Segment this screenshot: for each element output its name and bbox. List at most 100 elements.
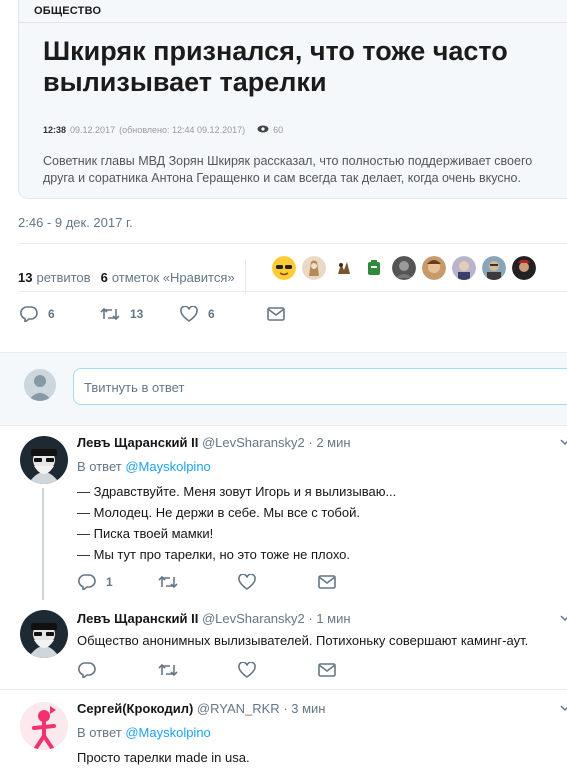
retweet-count: 13	[130, 307, 144, 321]
tweet-stats: 13 ретвитов 6 отметок «Нравится»	[18, 260, 256, 294]
avatar-liker-8[interactable]	[482, 256, 506, 280]
reply-button[interactable]: 6	[20, 306, 100, 322]
reply-actions: 1	[78, 574, 336, 590]
tweet-text: Общество анонимных вылизывателей. Потихо…	[77, 633, 529, 648]
chevron-down-icon[interactable]	[560, 439, 567, 446]
reply-input-placeholder: Твитнуть в ответ	[84, 380, 185, 395]
avatar[interactable]	[20, 610, 68, 658]
like-icon	[238, 574, 256, 590]
likes-stat[interactable]: 6 отметок «Нравится»	[101, 270, 235, 285]
reply-time[interactable]: · 1 мин	[308, 611, 350, 626]
retweets-count: 13	[18, 269, 33, 285]
tweet-text: — Здравствуйте. Меня зовут Игорь и я выл…	[77, 481, 396, 565]
dm-icon	[318, 575, 336, 589]
avatar-liker-7[interactable]	[452, 256, 476, 280]
avatar-liker-2[interactable]	[302, 256, 326, 280]
in-reply-prefix: В ответ	[77, 725, 122, 740]
avatar-liker-3[interactable]	[332, 256, 356, 280]
retweet-icon	[158, 575, 178, 589]
divider	[18, 291, 567, 292]
reply-header: Левъ Щаранский II @LevSharansky2 · 2 мин	[77, 435, 351, 450]
reply-count: 6	[48, 307, 55, 321]
headline-line-1: Шкиряк признался, что тоже часто	[43, 36, 508, 66]
dm-icon	[267, 307, 285, 321]
text-line: — Здравствуйте. Меня зовут Игорь и я выл…	[77, 484, 397, 499]
avatar-liker-4[interactable]	[362, 256, 386, 280]
avatar-liker-5[interactable]	[392, 256, 416, 280]
retweet-button[interactable]	[158, 575, 238, 589]
retweets-label: ретвитов	[36, 269, 91, 285]
author-handle[interactable]: @LevSharansky2	[202, 435, 305, 450]
text-line: — Мы тут про тарелки, но это тоже не пло…	[77, 547, 351, 562]
tweet-timestamp[interactable]: 2:46 - 9 дек. 2017 г.	[18, 215, 133, 230]
author-handle[interactable]: @LevSharansky2	[202, 611, 305, 626]
text-line: — Писка твоей мамки!	[77, 526, 214, 541]
avatar[interactable]	[20, 702, 68, 750]
article-date: 09.12.2017	[70, 125, 116, 135]
author-name[interactable]: Левъ Щаранский II	[77, 435, 198, 450]
reply-count: 1	[106, 575, 113, 589]
divider	[18, 243, 567, 244]
like-count: 6	[208, 307, 215, 321]
reply-input[interactable]: Твитнуть в ответ	[73, 368, 567, 405]
article-section: ОБЩЕСТВО	[34, 5, 102, 17]
reply-time[interactable]: · 3 мин	[283, 701, 325, 716]
mention-link[interactable]: @Mayskolpino	[125, 459, 210, 474]
reply-icon	[78, 574, 96, 590]
avatar-sunglasses-emoji[interactable]	[272, 256, 296, 280]
like-icon	[180, 306, 198, 322]
dm-button[interactable]	[267, 307, 285, 321]
avatar[interactable]	[20, 436, 68, 484]
like-button[interactable]	[238, 662, 318, 678]
chevron-down-icon[interactable]	[560, 705, 567, 712]
lead-line-2: друга и соратника Антона Геращенко и сам…	[43, 171, 521, 185]
headline-line-2: вылизывает тарелки	[43, 67, 327, 97]
likes-label: отметок «Нравится»	[111, 269, 235, 285]
article-updated: (обновлено: 12:44 09.12.2017)	[119, 125, 246, 135]
article-time: 12:38	[43, 125, 67, 135]
author-name[interactable]: Левъ Щаранский II	[77, 611, 198, 626]
like-button[interactable]	[238, 574, 318, 590]
retweets-stat[interactable]: 13 ретвитов	[18, 270, 91, 285]
lead-line-1: Советник главы МВД Зорян Шкиряк рассказа…	[43, 154, 533, 168]
reply-time[interactable]: · 2 мин	[308, 435, 350, 450]
dm-button[interactable]	[318, 575, 336, 589]
avatar-liker-9[interactable]	[512, 256, 536, 280]
article-lead: Советник главы МВД Зорян Шкиряк рассказа…	[43, 153, 553, 187]
article-card[interactable]: ОБЩЕСТВО Шкиряк признался, что тоже част…	[18, 0, 567, 199]
likes-count: 6	[100, 269, 108, 285]
reply-button[interactable]	[78, 662, 158, 678]
thread-line	[42, 488, 44, 600]
tweet-actions: 6 13 6	[20, 306, 285, 322]
reply-tweet[interactable]: Левъ Щаранский II @LevSharansky2 · 2 мин…	[0, 424, 567, 604]
current-user-avatar[interactable]	[24, 369, 56, 401]
text-line: — Молодец. Не держи в себе. Мы все с тоб…	[77, 505, 360, 520]
article-headline[interactable]: Шкиряк признался, что тоже часто вылизыв…	[43, 36, 563, 98]
reply-button[interactable]: 1	[78, 574, 158, 590]
article-views: 60	[273, 125, 284, 135]
tweet-text: Просто тарелки made in usa.	[77, 750, 250, 765]
article-meta: 12:38 09.12.2017 (обновлено: 12:44 09.12…	[43, 125, 283, 135]
eye-icon	[257, 125, 269, 135]
retweet-button[interactable]: 13	[100, 307, 180, 321]
in-reply-to: В ответ @Mayskolpino	[77, 725, 211, 740]
dm-button[interactable]	[318, 663, 336, 677]
dm-icon	[318, 663, 336, 677]
mention-link[interactable]: @Mayskolpino	[125, 725, 210, 740]
reply-icon	[20, 306, 38, 322]
reply-tweet[interactable]: Сергей(Крокодил) @RYAN_RKR · 3 мин В отв…	[0, 690, 567, 774]
likers-avatars	[272, 256, 536, 280]
reply-tweet[interactable]: Левъ Щаранский II @LevSharansky2 · 1 мин…	[0, 604, 567, 690]
avatar-liker-6[interactable]	[422, 256, 446, 280]
retweet-icon	[158, 663, 178, 677]
like-button[interactable]: 6	[180, 306, 267, 322]
like-icon	[238, 662, 256, 678]
chevron-down-icon[interactable]	[560, 615, 567, 622]
card-divider	[19, 22, 567, 23]
reply-header: Сергей(Крокодил) @RYAN_RKR · 3 мин	[77, 701, 326, 716]
author-name[interactable]: Сергей(Крокодил)	[77, 701, 193, 716]
author-handle[interactable]: @RYAN_RKR	[197, 701, 280, 716]
reply-actions	[78, 662, 336, 678]
retweet-icon	[100, 307, 120, 321]
retweet-button[interactable]	[158, 663, 238, 677]
